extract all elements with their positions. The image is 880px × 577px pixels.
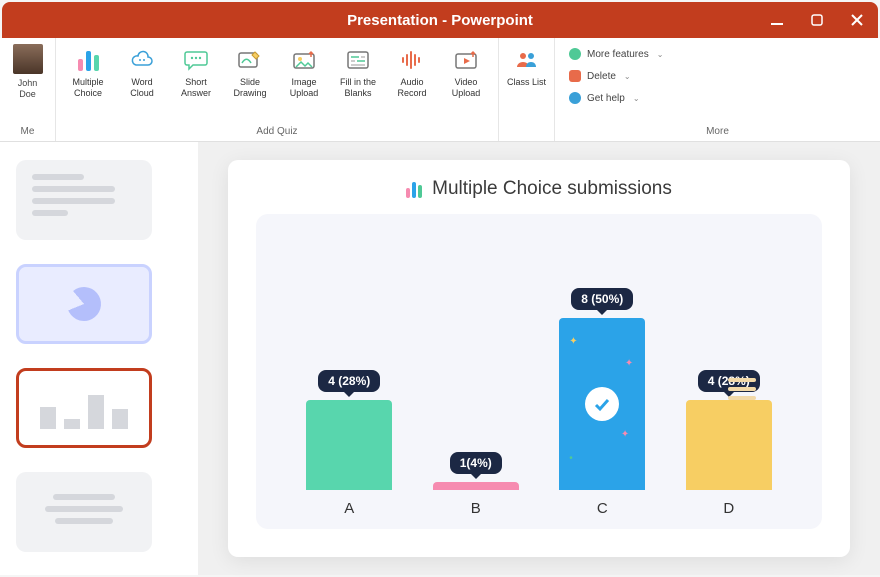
user-name: John Doe xyxy=(18,78,38,100)
ribbon-item-multiple-choice[interactable]: Multiple Choice xyxy=(62,44,114,101)
ribbon-item-audio-record[interactable]: Audio Record xyxy=(386,44,438,101)
ribbon-item-image-upload[interactable]: Image Upload xyxy=(278,44,330,101)
ribbon-group-add-quiz: Multiple Choice Word Cloud Short Answer … xyxy=(56,38,499,141)
decorative-lines xyxy=(728,378,756,400)
ribbon-item-word-cloud[interactable]: Word Cloud xyxy=(116,44,168,101)
bar-a-value: 4 (28%) xyxy=(318,370,380,392)
ribbon-item-video-upload[interactable]: Video Upload xyxy=(440,44,492,101)
menu-delete[interactable]: Delete⌄ xyxy=(569,66,874,86)
help-icon xyxy=(569,92,581,104)
chart-category-row: A B C D xyxy=(286,500,792,517)
thumbnail-slide-4[interactable] xyxy=(16,472,152,552)
window-title: Presentation - Powerpoint xyxy=(347,12,533,29)
bar-a-rect xyxy=(306,400,392,490)
thumbnail-slide-1[interactable] xyxy=(16,160,152,240)
workspace: Multiple Choice submissions 4 (28%) 1(4%… xyxy=(0,142,880,575)
cat-a: A xyxy=(303,500,395,517)
cat-d: D xyxy=(683,500,775,517)
slide: Multiple Choice submissions 4 (28%) 1(4%… xyxy=(228,160,850,557)
bar-a: 4 (28%) xyxy=(303,370,395,490)
menu-get-help[interactable]: Get help⌄ xyxy=(569,88,874,108)
slide-canvas: Multiple Choice submissions 4 (28%) 1(4%… xyxy=(198,142,880,575)
chevron-down-icon: ⌄ xyxy=(657,50,664,59)
ribbon-group-me: John Doe Me xyxy=(0,38,56,141)
minimize-button[interactable] xyxy=(768,11,786,29)
square-green-icon xyxy=(569,48,581,60)
window-controls xyxy=(768,11,866,29)
chart: 4 (28%) 1(4%) 8 (50%) ✦ ✦ • xyxy=(256,214,822,529)
trash-icon xyxy=(569,70,581,82)
image-upload-icon xyxy=(290,46,318,74)
bar-b-rect xyxy=(433,482,519,490)
avatar[interactable] xyxy=(13,44,43,74)
titlebar: Presentation - Powerpoint xyxy=(2,2,878,38)
thumbnail-slide-3[interactable] xyxy=(16,368,152,448)
chevron-down-icon: ⌄ xyxy=(633,94,640,103)
ribbon-item-short-answer[interactable]: Short Answer xyxy=(170,44,222,101)
ribbon: John Doe Me Multiple Choice Word Cloud S… xyxy=(0,38,880,142)
bar-c-value: 8 (50%) xyxy=(571,288,633,310)
slide-thumbnails xyxy=(0,142,198,575)
maximize-button[interactable] xyxy=(808,11,826,29)
speech-bubble-icon xyxy=(182,46,210,74)
cat-c: C xyxy=(556,500,648,517)
menu-more-features[interactable]: More features⌄ xyxy=(569,44,874,64)
bar-b-value: 1(4%) xyxy=(450,452,502,474)
bar-chart-icon xyxy=(74,46,102,74)
video-upload-icon xyxy=(452,46,480,74)
audio-wave-icon xyxy=(398,46,426,74)
bar-c-rect: ✦ ✦ • ✦ xyxy=(559,318,645,490)
multiple-choice-icon xyxy=(406,180,422,198)
ribbon-group-label-more: More xyxy=(561,122,874,137)
cat-b: B xyxy=(430,500,522,517)
ribbon-item-class-list[interactable]: Class List xyxy=(503,44,551,90)
people-icon xyxy=(513,46,541,74)
slide-title: Multiple Choice submissions xyxy=(432,178,672,200)
ribbon-item-slide-drawing[interactable]: Slide Drawing xyxy=(224,44,276,101)
bar-b: 1(4%) xyxy=(430,452,522,490)
chevron-down-icon: ⌄ xyxy=(624,72,631,81)
ribbon-group-more: More features⌄ Delete⌄ Get help⌄ More xyxy=(555,38,880,141)
close-button[interactable] xyxy=(848,11,866,29)
thumbnail-slide-2[interactable] xyxy=(16,264,152,344)
bar-c: 8 (50%) ✦ ✦ • ✦ xyxy=(556,288,648,490)
checkmark-icon xyxy=(585,387,619,421)
fill-blanks-icon xyxy=(344,46,372,74)
ribbon-group-label-addquiz: Add Quiz xyxy=(62,122,492,137)
ribbon-group-label-me: Me xyxy=(21,122,35,137)
drawing-icon xyxy=(236,46,264,74)
pie-icon xyxy=(60,280,108,328)
ribbon-group-class: Class List xyxy=(499,38,555,141)
chart-bars: 4 (28%) 1(4%) 8 (50%) ✦ ✦ • xyxy=(286,234,792,490)
bar-d-rect xyxy=(686,400,772,490)
ribbon-item-fill-blanks[interactable]: Fill in the Blanks xyxy=(332,44,384,101)
cloud-icon xyxy=(128,46,156,74)
